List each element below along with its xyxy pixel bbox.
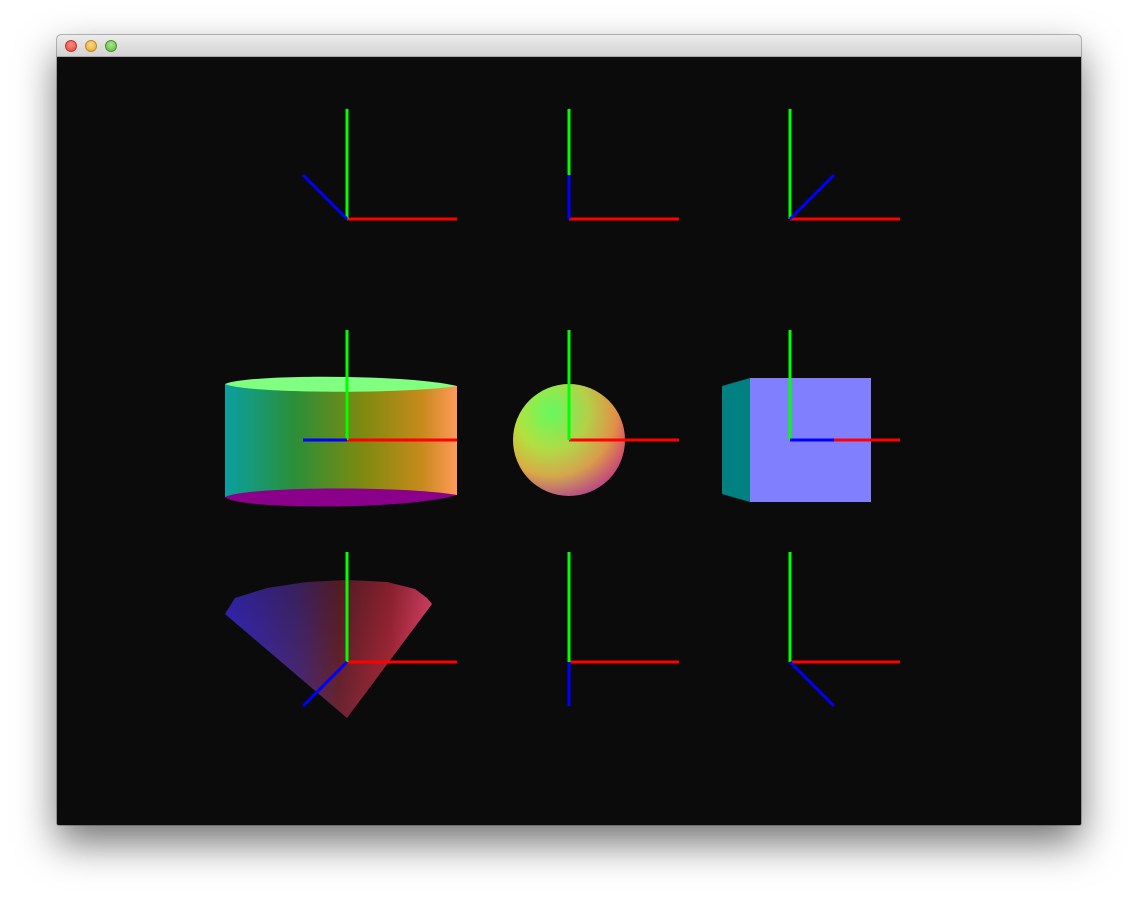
minimize-button[interactable] <box>85 40 97 52</box>
cylinder-shape <box>225 376 457 507</box>
axes-gizmo-r0c2 <box>788 109 900 221</box>
z-axis-line <box>301 173 349 221</box>
axes-gizmo-r2c1 <box>567 552 679 706</box>
cone-shape <box>225 580 432 718</box>
cube-side-face <box>722 378 750 502</box>
axes-gizmo-r0c1 <box>567 109 679 221</box>
shapes-layer <box>225 376 871 718</box>
app-window <box>57 35 1081 825</box>
z-axis-line <box>788 173 836 221</box>
axes-gizmo-r0c0 <box>301 109 457 221</box>
close-button[interactable] <box>65 40 77 52</box>
gl-viewport[interactable] <box>57 57 1081 825</box>
zoom-button[interactable] <box>105 40 117 52</box>
cone-shading <box>225 580 432 718</box>
cylinder-bottom-cap <box>225 488 457 507</box>
z-axis-line <box>788 660 836 708</box>
axes-gizmo-r2c2 <box>788 552 900 708</box>
scene-canvas[interactable] <box>57 57 1081 825</box>
title-bar[interactable] <box>57 35 1081 57</box>
